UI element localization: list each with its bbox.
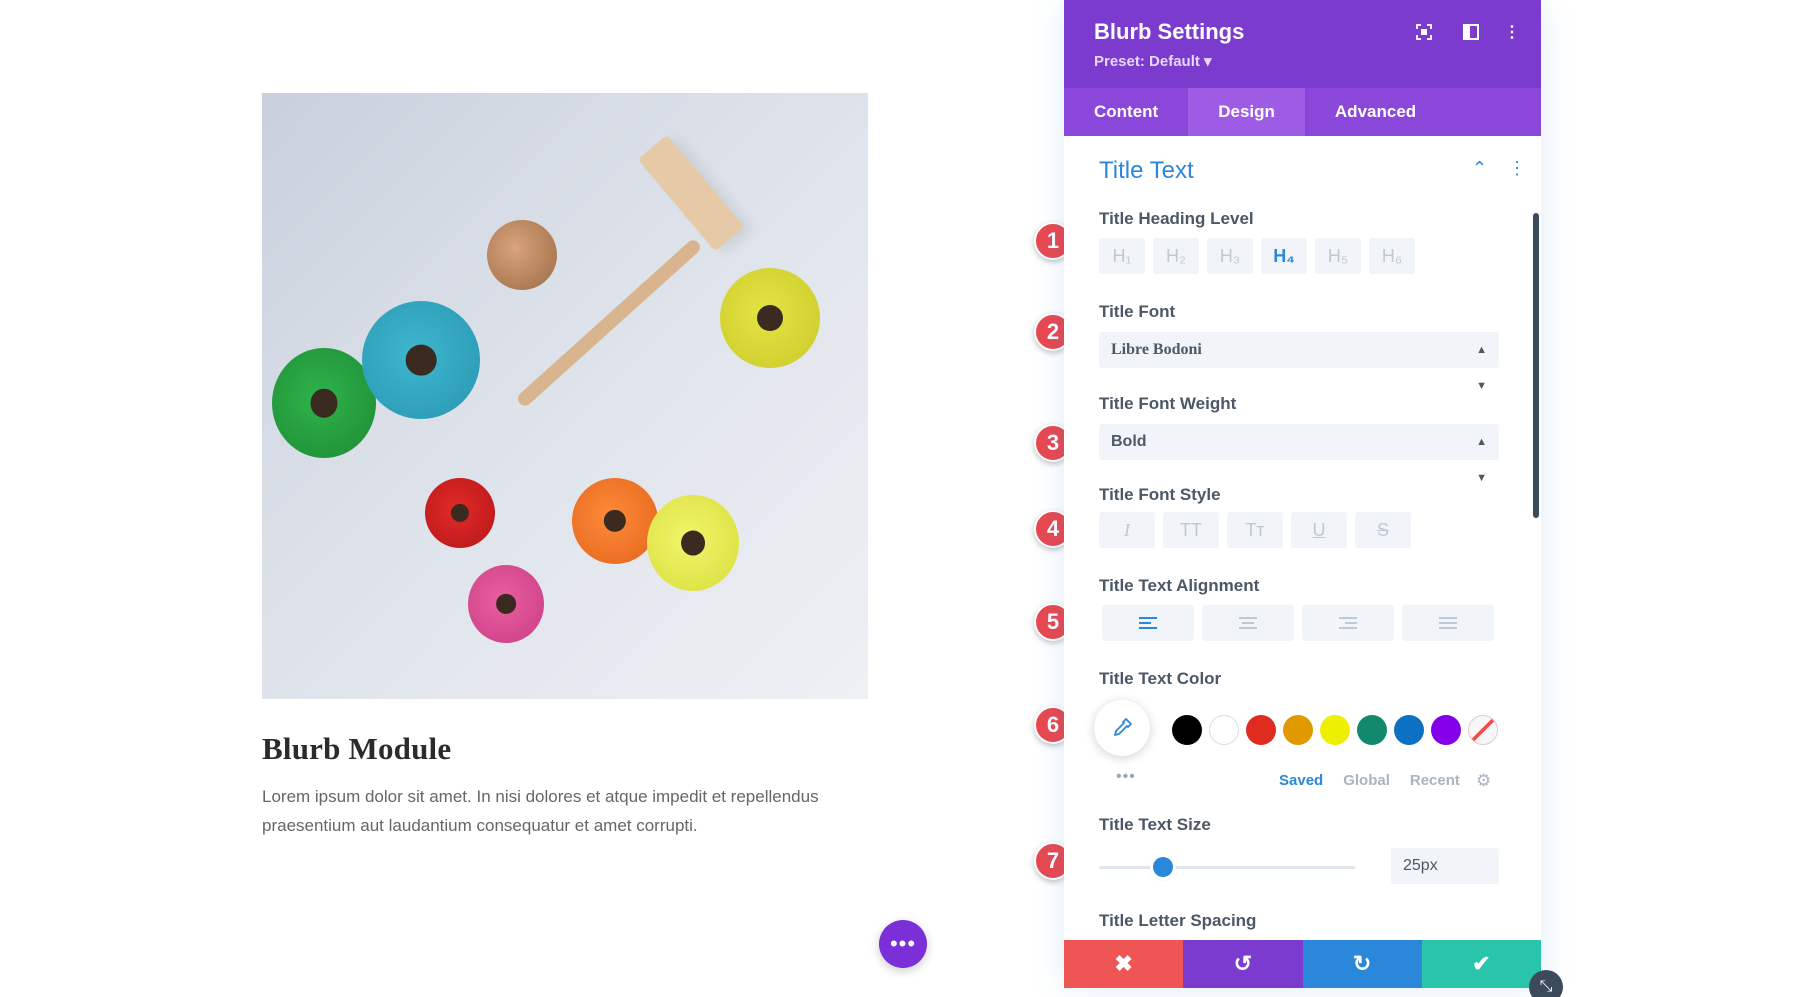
swatch-yellow[interactable]: [1320, 715, 1350, 745]
capitalize-button[interactable]: Tт: [1227, 512, 1283, 548]
font-weight-value: Bold: [1111, 433, 1147, 450]
wooden-ball: [487, 220, 557, 290]
panel-tabs: Content Design Advanced: [1064, 88, 1541, 136]
tab-content[interactable]: Content: [1064, 88, 1188, 136]
swatch-white[interactable]: [1209, 715, 1239, 745]
panel-header: Blurb Settings Preset: Default ▾ ⋮: [1064, 0, 1541, 88]
align-justify-icon[interactable]: [1402, 605, 1494, 641]
heading-level-options: H₁ H₂ H₃ H₄ H₅ H₆: [1099, 238, 1415, 274]
undo-button[interactable]: ↺: [1183, 940, 1303, 988]
redo-button[interactable]: ↻: [1302, 940, 1422, 988]
swatch-purple[interactable]: [1431, 715, 1461, 745]
font-select[interactable]: Libre Bodoni ▲ ▼: [1099, 332, 1499, 392]
blurb-description: Lorem ipsum dolor sit amet. In nisi dolo…: [262, 787, 819, 835]
section-kebab-icon[interactable]: ⋮: [1508, 158, 1526, 179]
tab-design[interactable]: Design: [1188, 88, 1305, 136]
font-select-value: Libre Bodoni: [1111, 341, 1202, 358]
green-ring: [272, 348, 376, 458]
heading-h5-button[interactable]: H₅: [1315, 238, 1361, 274]
underline-button[interactable]: U: [1291, 512, 1347, 548]
alignment-options: [1102, 605, 1494, 641]
eyedropper-icon[interactable]: [1094, 700, 1150, 756]
font-style-label: Title Font Style: [1099, 485, 1221, 504]
swatch-black[interactable]: [1172, 715, 1202, 745]
heading-h4-button[interactable]: H₄: [1261, 238, 1307, 274]
align-right-icon[interactable]: [1302, 605, 1394, 641]
panel-footer: ✖ ↺ ↻ ✔: [1064, 940, 1541, 988]
section-title[interactable]: Title Text: [1099, 157, 1194, 185]
panel-scrollbar[interactable]: [1533, 213, 1539, 518]
resize-handle-icon[interactable]: ⤡: [1529, 970, 1563, 997]
swatch-green[interactable]: [1357, 715, 1387, 745]
text-color-label: Title Text Color: [1099, 669, 1222, 688]
text-size-slider[interactable]: [1099, 866, 1355, 869]
pink-ring: [468, 565, 544, 643]
letter-spacing-label: Title Letter Spacing: [1099, 911, 1257, 930]
heading-h6-button[interactable]: H₆: [1369, 238, 1415, 274]
color-tab-recent[interactable]: Recent: [1410, 772, 1460, 789]
cancel-button[interactable]: ✖: [1064, 940, 1184, 988]
swatch-red[interactable]: [1246, 715, 1276, 745]
heading-h1-button[interactable]: H₁: [1099, 238, 1145, 274]
color-tabs: Saved Global Recent: [1279, 772, 1460, 789]
color-tab-global[interactable]: Global: [1343, 772, 1390, 789]
heading-h3-button[interactable]: H₃: [1207, 238, 1253, 274]
select-arrows-icon: ▲ ▼: [1476, 436, 1487, 484]
alignment-label: Title Text Alignment: [1099, 576, 1260, 595]
font-style-options: I TT Tт U S: [1099, 512, 1411, 548]
fullscreen-icon[interactable]: [1412, 20, 1436, 44]
uppercase-button[interactable]: TT: [1163, 512, 1219, 548]
redo-icon: ↻: [1352, 951, 1372, 976]
italic-button[interactable]: I: [1099, 512, 1155, 548]
close-icon: ✖: [1114, 951, 1133, 976]
blurb-image: [262, 93, 868, 699]
font-label: Title Font: [1099, 302, 1176, 321]
heading-h2-button[interactable]: H₂: [1153, 238, 1199, 274]
kebab-menu-icon[interactable]: ⋮: [1500, 20, 1524, 44]
color-tab-saved[interactable]: Saved: [1279, 772, 1323, 789]
preset-dropdown[interactable]: Preset: Default ▾: [1094, 52, 1212, 70]
more-colors-icon[interactable]: •••: [1116, 768, 1136, 786]
tab-advanced[interactable]: Advanced: [1305, 88, 1446, 136]
panel-title: Blurb Settings: [1094, 19, 1245, 44]
text-size-label: Title Text Size: [1099, 815, 1211, 834]
save-button[interactable]: ✔: [1421, 940, 1541, 988]
align-left-icon[interactable]: [1102, 605, 1194, 641]
more-options-button[interactable]: •••: [879, 920, 927, 968]
undo-icon: ↺: [1233, 951, 1253, 976]
color-swatches: [1172, 715, 1498, 745]
swatch-orange[interactable]: [1283, 715, 1313, 745]
swatch-blue[interactable]: [1394, 715, 1424, 745]
hammer-head: [637, 134, 745, 252]
checkmark-icon: ✔: [1472, 951, 1491, 976]
blurb-title: Blurb Module: [262, 731, 452, 766]
text-size-slider-handle[interactable]: [1153, 857, 1173, 877]
no-color-swatch[interactable]: [1468, 715, 1498, 745]
gear-icon[interactable]: ⚙: [1476, 771, 1491, 791]
yellow-ring-bottom: [647, 495, 739, 591]
heading-level-label: Title Heading Level: [1099, 209, 1254, 228]
select-arrows-icon: ▲ ▼: [1476, 344, 1487, 392]
orange-ring: [572, 478, 658, 564]
font-weight-select[interactable]: Bold ▲ ▼: [1099, 424, 1499, 484]
font-weight-label: Title Font Weight: [1099, 394, 1237, 413]
align-center-icon[interactable]: [1202, 605, 1294, 641]
yellow-ring-top: [720, 268, 820, 368]
teal-ring: [362, 301, 480, 419]
text-size-input[interactable]: 25px: [1391, 848, 1499, 884]
settings-panel: Blurb Settings Preset: Default ▾ ⋮ Conte…: [1064, 0, 1541, 988]
split-view-icon[interactable]: [1459, 20, 1483, 44]
strikethrough-button[interactable]: S: [1355, 512, 1411, 548]
chevron-up-icon[interactable]: ⌃: [1472, 158, 1487, 179]
red-ring: [425, 478, 495, 548]
